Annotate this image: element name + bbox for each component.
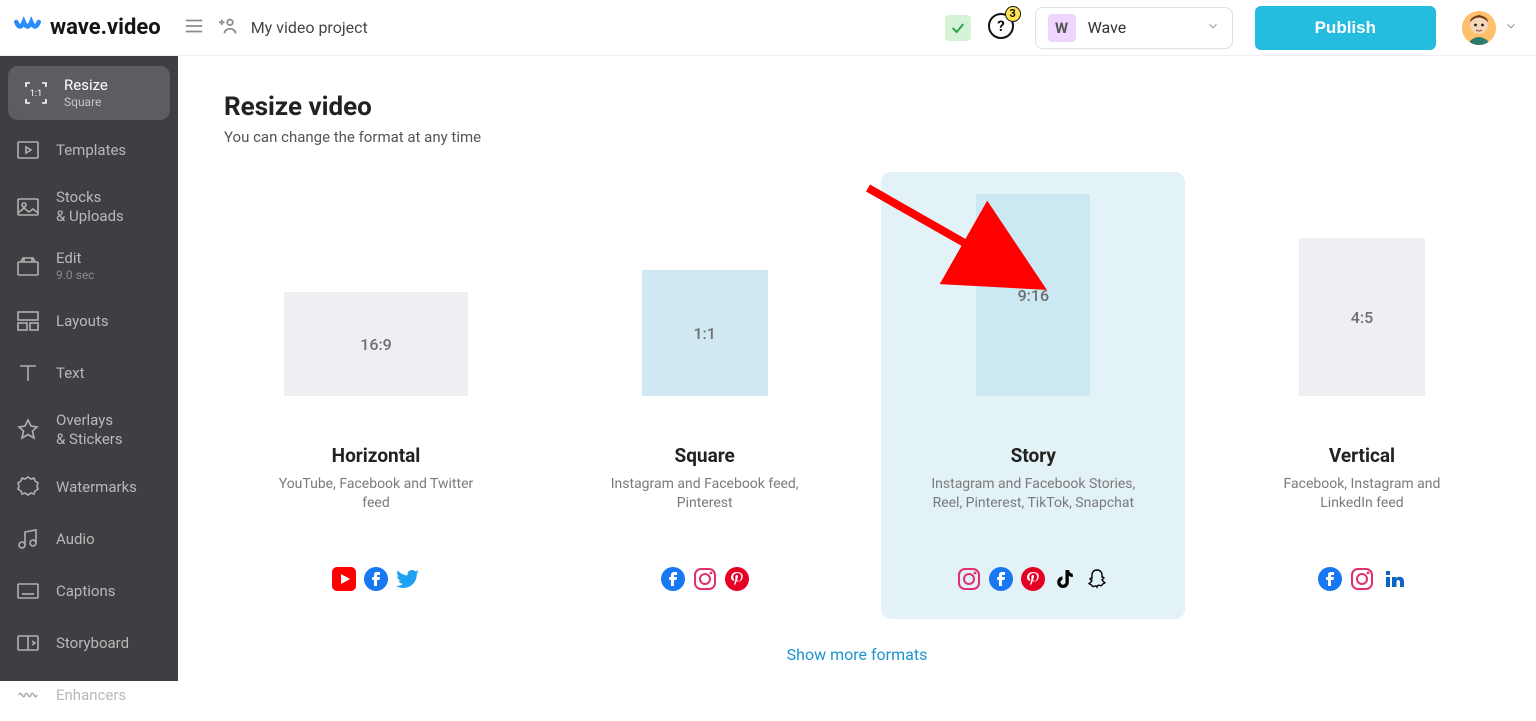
brand-initial: W <box>1048 14 1076 42</box>
sidebar-item-text[interactable]: Text <box>0 347 178 399</box>
ratio-label: 4:5 <box>1299 238 1425 396</box>
card-title: Horizontal <box>234 444 518 467</box>
show-more-link[interactable]: Show more formats <box>178 645 1536 664</box>
svg-text:1:1: 1:1 <box>30 89 42 99</box>
watermarks-icon <box>14 473 42 501</box>
card-desc: YouTube, Facebook and Twitter feed <box>271 475 481 513</box>
format-card-story[interactable]: 9:16 Story Instagram and Facebook Storie… <box>881 172 1185 619</box>
svg-text:?: ? <box>997 17 1004 35</box>
format-card-square[interactable]: 1:1 Square Instagram and Facebook feed, … <box>553 172 857 619</box>
facebook-icon <box>1318 567 1342 591</box>
sidebar-item-label: Edit <box>56 249 94 268</box>
ratio-label: 9:16 <box>976 194 1090 396</box>
layouts-icon <box>14 307 42 335</box>
pinterest-icon <box>725 567 749 591</box>
card-desc: Instagram and Facebook Stories, Reel, Pi… <box>928 475 1138 513</box>
top-bar: wave.video My video project ? 3 W Wave P… <box>0 0 1536 56</box>
instagram-icon <box>957 567 981 591</box>
menu-icon[interactable] <box>183 15 205 41</box>
project-title[interactable]: My video project <box>251 18 368 37</box>
enhancers-icon <box>14 681 42 709</box>
sidebar-item-label: Resize <box>64 76 108 95</box>
publish-button[interactable]: Publish <box>1255 6 1436 50</box>
facebook-icon <box>661 567 685 591</box>
sidebar-item-label: Templates <box>56 141 126 159</box>
resize-icon: 1:1 <box>22 79 50 107</box>
wave-logo-icon <box>14 13 44 43</box>
help-badge: 3 <box>1005 6 1021 22</box>
tiktok-icon <box>1053 567 1077 591</box>
instagram-icon <box>1350 567 1374 591</box>
logo-text: wave.video <box>50 15 161 40</box>
status-check-icon[interactable] <box>945 15 971 41</box>
help-icon[interactable]: ? 3 <box>987 12 1015 44</box>
templates-icon <box>14 136 42 164</box>
facebook-icon <box>364 567 388 591</box>
twitter-icon <box>396 567 420 591</box>
brand-dropdown[interactable]: W Wave <box>1035 7 1233 49</box>
youtube-icon <box>332 567 356 591</box>
sidebar-item-sublabel: & Stickers <box>56 430 123 449</box>
format-card-horizontal[interactable]: 16:9 Horizontal YouTube, Facebook and Tw… <box>224 172 528 619</box>
avatar-chevron-down-icon[interactable] <box>1504 18 1518 37</box>
card-desc: Instagram and Facebook feed, Pinterest <box>600 475 810 513</box>
add-person-icon[interactable] <box>219 15 241 41</box>
linkedin-icon <box>1382 567 1406 591</box>
sidebar-item-overlays[interactable]: Overlays & Stickers <box>0 399 178 461</box>
sidebar-item-sublabel: & Uploads <box>56 207 124 226</box>
sidebar-item-layouts[interactable]: Layouts <box>0 295 178 347</box>
snapchat-icon <box>1085 567 1109 591</box>
sidebar-item-edit[interactable]: Edit 9.0 sec <box>0 237 178 295</box>
sidebar-item-label: Audio <box>56 530 95 548</box>
audio-icon <box>14 525 42 553</box>
text-icon <box>14 359 42 387</box>
card-desc: Facebook, Instagram and LinkedIn feed <box>1257 475 1467 513</box>
sidebar-item-label: Layouts <box>56 312 109 330</box>
sidebar: 1:1 Resize Square Templates Stocks & Upl… <box>0 56 178 681</box>
facebook-icon <box>989 567 1013 591</box>
sidebar-item-storyboard[interactable]: Storyboard <box>0 617 178 669</box>
card-title: Square <box>563 444 847 467</box>
format-cards: 16:9 Horizontal YouTube, Facebook and Tw… <box>224 172 1514 619</box>
main-content: Resize video You can change the format a… <box>178 56 1536 681</box>
card-title: Vertical <box>1220 444 1504 467</box>
stocks-icon <box>14 193 42 221</box>
sidebar-item-audio[interactable]: Audio <box>0 513 178 565</box>
card-title: Story <box>891 444 1175 467</box>
sidebar-item-label: Overlays <box>56 411 123 430</box>
storyboard-icon <box>14 629 42 657</box>
sidebar-item-watermarks[interactable]: Watermarks <box>0 461 178 513</box>
edit-icon <box>14 252 42 280</box>
sidebar-item-sublabel: Square <box>64 95 108 110</box>
sidebar-item-stocks[interactable]: Stocks & Uploads <box>0 176 178 238</box>
sidebar-item-label: Enhancers <box>56 686 126 704</box>
overlays-icon <box>14 416 42 444</box>
ratio-label: 1:1 <box>642 270 768 396</box>
page-subtitle: You can change the format at any time <box>224 128 1536 146</box>
sidebar-item-sublabel: 9.0 sec <box>56 268 94 283</box>
format-card-vertical[interactable]: 4:5 Vertical Facebook, Instagram and Lin… <box>1210 172 1514 619</box>
ratio-label: 16:9 <box>284 292 468 396</box>
sidebar-item-resize[interactable]: 1:1 Resize Square <box>8 66 170 120</box>
brand-name: Wave <box>1088 18 1206 37</box>
sidebar-item-captions[interactable]: Captions <box>0 565 178 617</box>
captions-icon <box>14 577 42 605</box>
sidebar-item-templates[interactable]: Templates <box>0 124 178 176</box>
avatar[interactable] <box>1462 11 1496 45</box>
instagram-icon <box>693 567 717 591</box>
pinterest-icon <box>1021 567 1045 591</box>
sidebar-item-label: Watermarks <box>56 478 137 496</box>
sidebar-item-label: Captions <box>56 582 115 600</box>
sidebar-item-enhancers[interactable]: Enhancers <box>0 669 178 721</box>
chevron-down-icon <box>1206 18 1220 37</box>
sidebar-item-label: Stocks <box>56 188 124 207</box>
logo[interactable]: wave.video <box>14 13 161 43</box>
page-title: Resize video <box>224 92 1536 122</box>
sidebar-item-label: Storyboard <box>56 634 129 652</box>
sidebar-item-label: Text <box>56 364 85 382</box>
